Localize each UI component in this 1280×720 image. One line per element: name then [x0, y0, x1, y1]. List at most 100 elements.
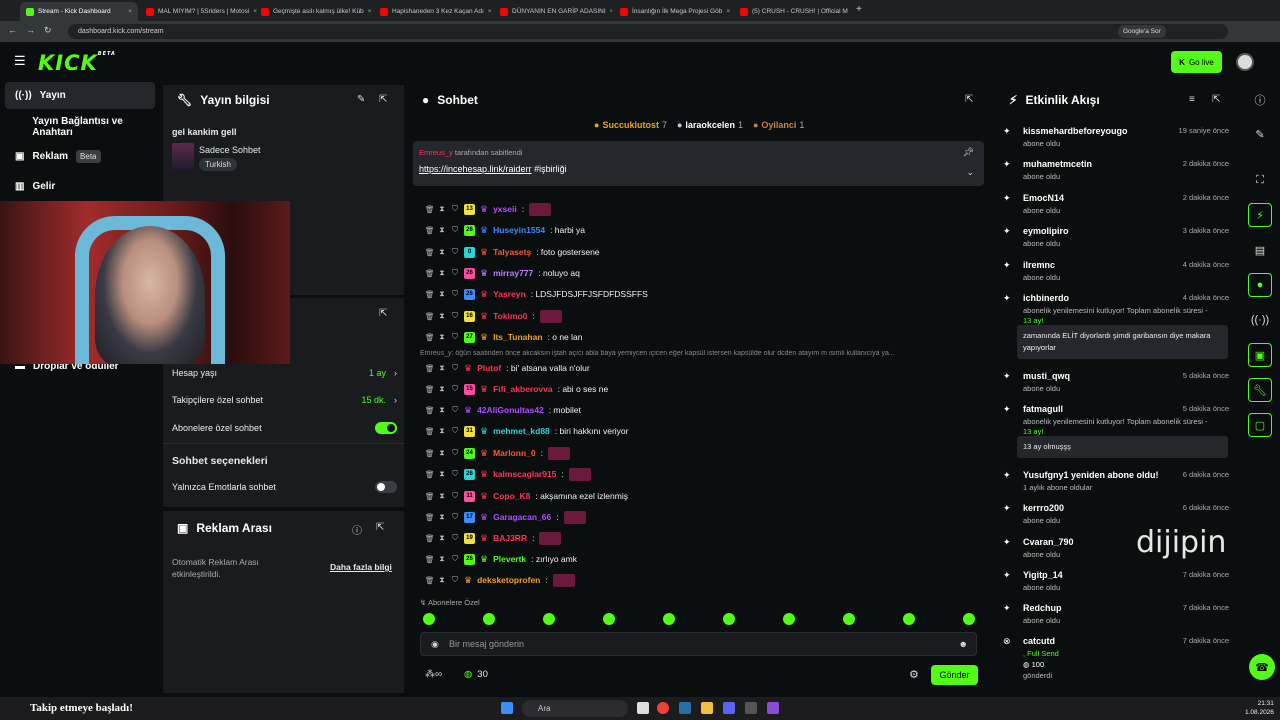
notes-icon[interactable]: ▤ — [1248, 238, 1272, 262]
reload-icon[interactable]: ↻ — [44, 25, 52, 36]
timeout-icon[interactable]: ⧗ — [438, 533, 446, 543]
chat-message[interactable]: 🗑︎ ⧗ ⛉ 0 ♛ Talyasetş: foto gostersene — [425, 245, 600, 259]
settings-icon[interactable]: ⚙ — [909, 668, 919, 681]
popout-icon[interactable]: ⇱ — [376, 522, 384, 533]
delete-icon[interactable]: 🗑︎ — [425, 534, 435, 543]
account-age-row[interactable]: Hesap yaşı 1 ay › — [172, 368, 397, 378]
chat-username[interactable]: mirray777 — [493, 268, 533, 278]
activity-item[interactable]: ✦ ilremnc 4 dakika önce abone oldu — [1003, 260, 1229, 286]
timeout-icon[interactable]: ⧗ — [438, 426, 446, 436]
chat-username[interactable]: Garagacan_66 — [493, 512, 551, 522]
timeout-icon[interactable]: ⧗ — [438, 575, 446, 585]
activity-item[interactable]: ✦ muhametmcetin 2 dakika önce abone oldu — [1003, 159, 1229, 185]
chat-username[interactable]: Its_Tunahan — [493, 332, 542, 342]
delete-icon[interactable]: 🗑︎ — [425, 513, 435, 522]
ban-icon[interactable]: ⛉ — [451, 268, 459, 278]
timeout-icon[interactable]: ⧗ — [438, 289, 446, 299]
chat-message[interactable]: 🗑︎ ⧗ ⛉ ♛ 42AliGonultas42: mobilet — [425, 403, 581, 417]
chat-message[interactable]: 🗑︎ ⧗ ⛉ 26 ♛ Yasreyn: LDSJFDSJFFJSFDFDSSFFS — [425, 287, 648, 301]
close-icon[interactable]: × — [128, 8, 132, 15]
ban-icon[interactable]: ⛉ — [451, 448, 459, 458]
ban-icon[interactable]: ⛉ — [451, 225, 459, 235]
ban-icon[interactable]: ⛉ — [451, 384, 459, 394]
ban-icon[interactable]: ⛉ — [451, 363, 459, 373]
top-gifter[interactable]: ● laraokcelen 1 — [677, 120, 743, 130]
nav-item-ads[interactable]: ▣ Reklam Beta — [5, 143, 155, 170]
steam-icon[interactable] — [679, 702, 691, 714]
emote-icon[interactable] — [663, 613, 675, 625]
close-icon[interactable]: × — [726, 8, 730, 15]
timeout-icon[interactable]: ⧗ — [438, 204, 446, 214]
browser-tab[interactable]: Geçmişte asılı kalmış ülke! Küb × — [255, 2, 373, 21]
timeout-icon[interactable]: ⧗ — [438, 448, 446, 458]
support-icon[interactable]: ☎ — [1249, 654, 1275, 680]
menu-icon[interactable]: ☰ — [14, 53, 26, 69]
folder-icon[interactable] — [701, 702, 713, 714]
go-live-button[interactable]: K Go live — [1171, 51, 1222, 73]
activity-item[interactable]: ✦ kissmehardbeforeyougo 19 saniye önce abon… — [1003, 126, 1229, 152]
chat-message[interactable]: 🗑︎ ⧗ ⛉ 17 ♛ Garagacan_66: — [425, 510, 586, 524]
window-icon[interactable]: ▢ — [1248, 413, 1272, 437]
activity-item[interactable]: ✦ Yusufgny1 yeniden abone oldu! 6 dakika ö… — [1003, 470, 1229, 496]
close-icon[interactable]: × — [488, 8, 492, 15]
emote-icon[interactable] — [723, 613, 735, 625]
ban-icon[interactable]: ⛉ — [451, 332, 459, 342]
timeout-icon[interactable]: ⧗ — [438, 268, 446, 278]
chat-toggle-icon[interactable]: ● — [1248, 273, 1272, 297]
chat-username[interactable]: Tokimo0 — [493, 311, 527, 321]
browser-tab[interactable]: DÜNYANIN EN GARİP ADASINI × — [494, 2, 612, 21]
activity-item[interactable]: ✦ ichbinerdo 4 dakika önce abonelik yenilem… — [1003, 293, 1229, 325]
browser-tab[interactable]: Hapishaneden 3 Kez Kaçan Adı × — [374, 2, 492, 21]
top-gifter[interactable]: ● Oyilanci 1 — [753, 120, 804, 130]
delete-icon[interactable]: 🗑︎ — [425, 385, 435, 394]
chat-message[interactable]: 🗑︎ ⧗ ⛉ 24 ♛ Marlonn_0: — [425, 446, 570, 460]
pinned-link[interactable]: https://incehesap.link/raiderr — [419, 164, 532, 174]
taskview-icon[interactable] — [637, 702, 649, 714]
popout-icon[interactable]: ⇱ — [379, 94, 387, 105]
url-input[interactable]: dashboard.kick.com/stream Google'a Sor — [68, 24, 1228, 39]
popout-icon[interactable]: ⇱ — [965, 94, 973, 105]
obs-icon[interactable] — [745, 702, 757, 714]
ban-icon[interactable]: ⛉ — [451, 311, 459, 321]
unlimited-icon[interactable]: ⁂∞ — [425, 669, 442, 680]
ban-icon[interactable]: ⛉ — [451, 469, 459, 479]
broadcast-icon[interactable]: ((·)) — [1248, 308, 1272, 332]
emote-icon[interactable] — [603, 613, 615, 625]
popout-icon[interactable]: ⇱ — [379, 308, 387, 319]
emote-picker-icon[interactable]: ◉ — [431, 639, 439, 650]
ban-icon[interactable]: ⛉ — [451, 426, 459, 436]
delete-icon[interactable]: 🗑︎ — [425, 226, 435, 235]
back-icon[interactable]: ← — [8, 25, 17, 35]
nav-item-stream[interactable]: ((·)) Yayın — [5, 82, 155, 109]
discord-icon[interactable] — [723, 702, 735, 714]
chat-username[interactable]: Plevertk — [493, 554, 526, 564]
ban-icon[interactable]: ⛉ — [451, 575, 459, 585]
browser-tab[interactable]: İnsanlığın İlk Mega Projesi Göb × — [614, 2, 732, 21]
emote-only-toggle[interactable] — [375, 481, 397, 493]
ban-icon[interactable]: ⛉ — [451, 491, 459, 501]
chat-message[interactable]: 🗑︎ ⧗ ⛉ 26 ♛ kalmscaglar915: — [425, 467, 591, 481]
chat-message[interactable]: 🗑︎ ⧗ ⛉ 26 ♛ Huseyin1554: harbi ya — [425, 223, 585, 237]
emote-icon[interactable] — [783, 613, 795, 625]
google-ask-button[interactable]: Google'a Sor — [1118, 25, 1166, 38]
chat-username[interactable]: deksketoprofen — [477, 575, 540, 585]
pin-icon[interactable]: 📌︎ — [963, 147, 974, 158]
activity-item[interactable]: ✦ Yigitp_14 7 dakika önce abone oldu — [1003, 570, 1229, 596]
delete-icon[interactable]: 🗑︎ — [425, 555, 435, 564]
ban-icon[interactable]: ⛉ — [451, 289, 459, 299]
delete-icon[interactable]: 🗑︎ — [425, 364, 435, 373]
filter-icon[interactable]: ≡ — [1189, 94, 1195, 105]
ban-icon[interactable]: ⛉ — [451, 204, 459, 214]
ban-icon[interactable]: ⛉ — [451, 405, 459, 415]
media-icon[interactable]: ▣ — [1248, 343, 1272, 367]
timeout-icon[interactable]: ⧗ — [438, 363, 446, 373]
delete-icon[interactable]: 🗑︎ — [425, 205, 435, 214]
chat-message[interactable]: 🗑︎ ⧗ ⛉ 15 ♛ Fifi_akberovva: abi o ses ne — [425, 382, 608, 396]
ban-icon[interactable]: ⛉ — [451, 554, 459, 564]
emote-icon[interactable] — [963, 613, 975, 625]
delete-icon[interactable]: 🗑︎ — [425, 492, 435, 501]
chat-username[interactable]: mehmet_kd88 — [493, 426, 550, 436]
emote-icon[interactable] — [903, 613, 915, 625]
app-icon[interactable] — [767, 702, 779, 714]
chrome-icon[interactable] — [657, 702, 669, 714]
